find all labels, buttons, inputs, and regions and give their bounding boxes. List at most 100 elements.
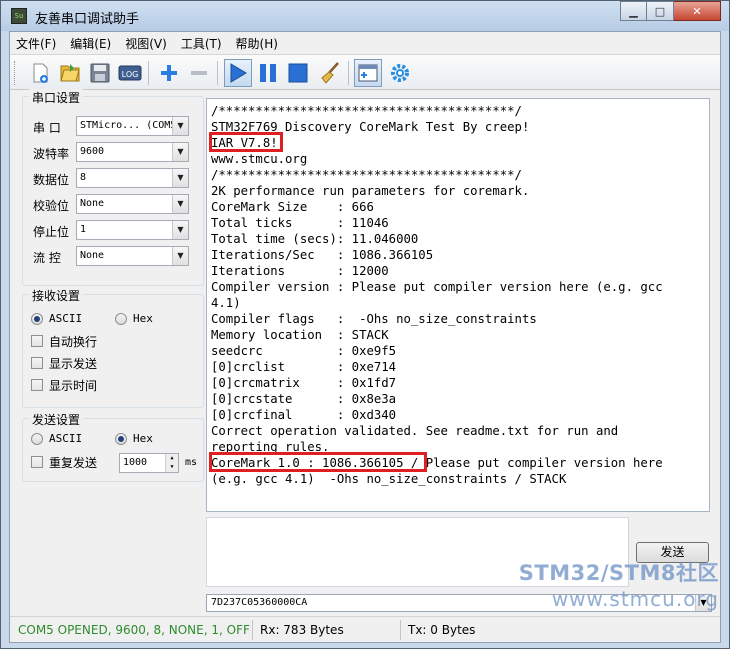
databits-value: 8 bbox=[80, 172, 87, 183]
receive-hex-radio[interactable] bbox=[115, 313, 127, 325]
minimize-icon: ▁ bbox=[629, 4, 638, 18]
rx-count: Rx: 783 Bytes bbox=[260, 623, 344, 637]
send-ascii-radio[interactable] bbox=[31, 433, 43, 445]
client-area: 文件(F) 编辑(E) 视图(V) 工具(T) 帮助(H) LOG 串口设置 串… bbox=[9, 31, 721, 643]
serial-settings-title: 串口设置 bbox=[29, 89, 84, 106]
settings-button[interactable] bbox=[386, 59, 414, 87]
port-label: 串 口 bbox=[33, 121, 61, 135]
new-button[interactable] bbox=[26, 59, 54, 87]
chevron-down-icon: ▼ bbox=[172, 169, 188, 187]
terminal-line: [0]crclist : 0xe714 bbox=[211, 360, 397, 374]
close-icon: ✕ bbox=[692, 4, 702, 18]
spinner-arrows-icon[interactable]: ▲ ▼ bbox=[165, 454, 178, 472]
menu-help[interactable]: 帮助(H) bbox=[236, 35, 278, 52]
terminal-line: 4.1) bbox=[211, 296, 241, 310]
flow-select[interactable]: None ▼ bbox=[76, 246, 189, 266]
baud-label: 波特率 bbox=[33, 147, 70, 161]
terminal-line: www.stmcu.org bbox=[211, 152, 308, 166]
terminal-line: Iterations : 12000 bbox=[211, 264, 389, 278]
databits-select[interactable]: 8 ▼ bbox=[76, 168, 189, 188]
parity-select[interactable]: None ▼ bbox=[76, 194, 189, 214]
interval-unit: ms bbox=[185, 457, 198, 468]
flow-label: 流 控 bbox=[33, 251, 61, 265]
stop-button[interactable] bbox=[284, 59, 312, 87]
stopbits-label: 停止位 bbox=[33, 225, 70, 239]
stopbits-value: 1 bbox=[80, 224, 87, 235]
terminal-text: /***************************************… bbox=[211, 103, 663, 487]
window-button[interactable] bbox=[354, 59, 382, 87]
receive-terminal[interactable]: /***************************************… bbox=[206, 98, 710, 512]
terminal-line: [0]crcstate : 0x8e3a bbox=[211, 392, 397, 406]
clear-broom-icon bbox=[321, 62, 339, 84]
open-button[interactable] bbox=[56, 59, 84, 87]
menu-view[interactable]: 视图(V) bbox=[125, 35, 167, 52]
receive-ascii-label: ASCII bbox=[49, 312, 83, 325]
repeat-send-label: 重复发送 bbox=[49, 456, 98, 470]
send-button[interactable]: 发送 bbox=[636, 542, 709, 563]
repeat-send-checkbox[interactable] bbox=[31, 456, 43, 468]
menu-edit[interactable]: 编辑(E) bbox=[70, 35, 111, 52]
maximize-button[interactable]: □ bbox=[647, 1, 674, 21]
send-settings-title: 发送设置 bbox=[29, 411, 84, 428]
chevron-down-icon: ▼ bbox=[695, 595, 711, 611]
terminal-line: Memory location : STACK bbox=[211, 328, 389, 342]
toolbar-separator bbox=[217, 61, 218, 85]
toolbar-grip[interactable] bbox=[14, 61, 17, 85]
baud-select[interactable]: 9600 ▼ bbox=[76, 142, 189, 162]
add-button[interactable] bbox=[155, 59, 183, 87]
toolbar-separator bbox=[348, 61, 349, 85]
pause-button[interactable] bbox=[254, 59, 282, 87]
terminal-line: Total time (secs): 11.046000 bbox=[211, 232, 419, 246]
terminal-line: Correct operation validated. See readme.… bbox=[211, 424, 619, 438]
remove-button[interactable] bbox=[185, 59, 213, 87]
menu-tools[interactable]: 工具(T) bbox=[181, 35, 222, 52]
databits-label: 数据位 bbox=[33, 173, 70, 187]
highlight-box-coremark bbox=[209, 452, 427, 472]
chevron-down-icon: ▼ bbox=[172, 195, 188, 213]
settings-gear-icon bbox=[391, 64, 409, 82]
window-controls: ▁ □ ✕ bbox=[620, 1, 721, 21]
parity-value: None bbox=[80, 198, 105, 209]
receive-ascii-radio[interactable] bbox=[31, 313, 43, 325]
status-bar: COM5 OPENED, 9600, 8, NONE, 1, OFF Rx: 7… bbox=[10, 616, 720, 642]
remove-icon bbox=[191, 71, 207, 75]
show-time-label: 显示时间 bbox=[49, 379, 98, 393]
status-divider bbox=[400, 620, 401, 640]
send-hex-radio[interactable] bbox=[115, 433, 127, 445]
log-icon: LOG bbox=[118, 65, 142, 81]
terminal-line: CoreMark Size : 666 bbox=[211, 200, 374, 214]
play-icon bbox=[230, 63, 247, 83]
serial-settings-group: 串口设置 串 口 STMicro... (COM5 ▼ 波特率 9600 ▼ 数据位… bbox=[22, 89, 204, 286]
log-button[interactable]: LOG bbox=[116, 59, 144, 87]
terminal-line: 2K performance run parameters for corema… bbox=[211, 184, 530, 198]
save-button[interactable] bbox=[86, 59, 114, 87]
maximize-icon: □ bbox=[654, 4, 666, 18]
play-button[interactable] bbox=[224, 59, 252, 87]
terminal-line: /***************************************… bbox=[211, 168, 522, 182]
add-icon bbox=[161, 65, 177, 81]
chevron-down-icon: ▼ bbox=[172, 221, 188, 239]
port-select[interactable]: STMicro... (COM5 ▼ bbox=[76, 116, 189, 136]
terminal-line: (e.g. gcc 4.1) -Ohs no_size_constraints … bbox=[211, 472, 567, 486]
clear-button[interactable] bbox=[316, 59, 344, 87]
terminal-line: /***************************************… bbox=[211, 104, 522, 118]
pause-icon bbox=[260, 64, 276, 82]
window-icon bbox=[358, 64, 378, 82]
flow-value: None bbox=[80, 250, 105, 261]
close-button[interactable]: ✕ bbox=[674, 1, 721, 21]
autowrap-checkbox[interactable] bbox=[31, 335, 43, 347]
interval-spinner[interactable]: 1000 ▲ ▼ bbox=[119, 453, 179, 473]
receive-settings-title: 接收设置 bbox=[29, 287, 84, 304]
show-send-checkbox[interactable] bbox=[31, 357, 43, 369]
stopbits-select[interactable]: 1 ▼ bbox=[76, 220, 189, 240]
command-history-select[interactable]: 7D237C05360000CA ▼ bbox=[206, 594, 712, 612]
chevron-down-icon: ▼ bbox=[172, 117, 188, 135]
command-value: 7D237C05360000CA bbox=[211, 597, 308, 608]
send-input-area[interactable] bbox=[206, 517, 629, 587]
menu-file[interactable]: 文件(F) bbox=[16, 35, 56, 52]
show-time-checkbox[interactable] bbox=[31, 379, 43, 391]
terminal-line: [0]crcfinal : 0xd340 bbox=[211, 408, 397, 422]
title-bar[interactable]: Su 友善串口调试助手 ▁ □ ✕ bbox=[1, 1, 729, 31]
menu-bar: 文件(F) 编辑(E) 视图(V) 工具(T) 帮助(H) bbox=[10, 32, 720, 54]
minimize-button[interactable]: ▁ bbox=[620, 1, 647, 21]
